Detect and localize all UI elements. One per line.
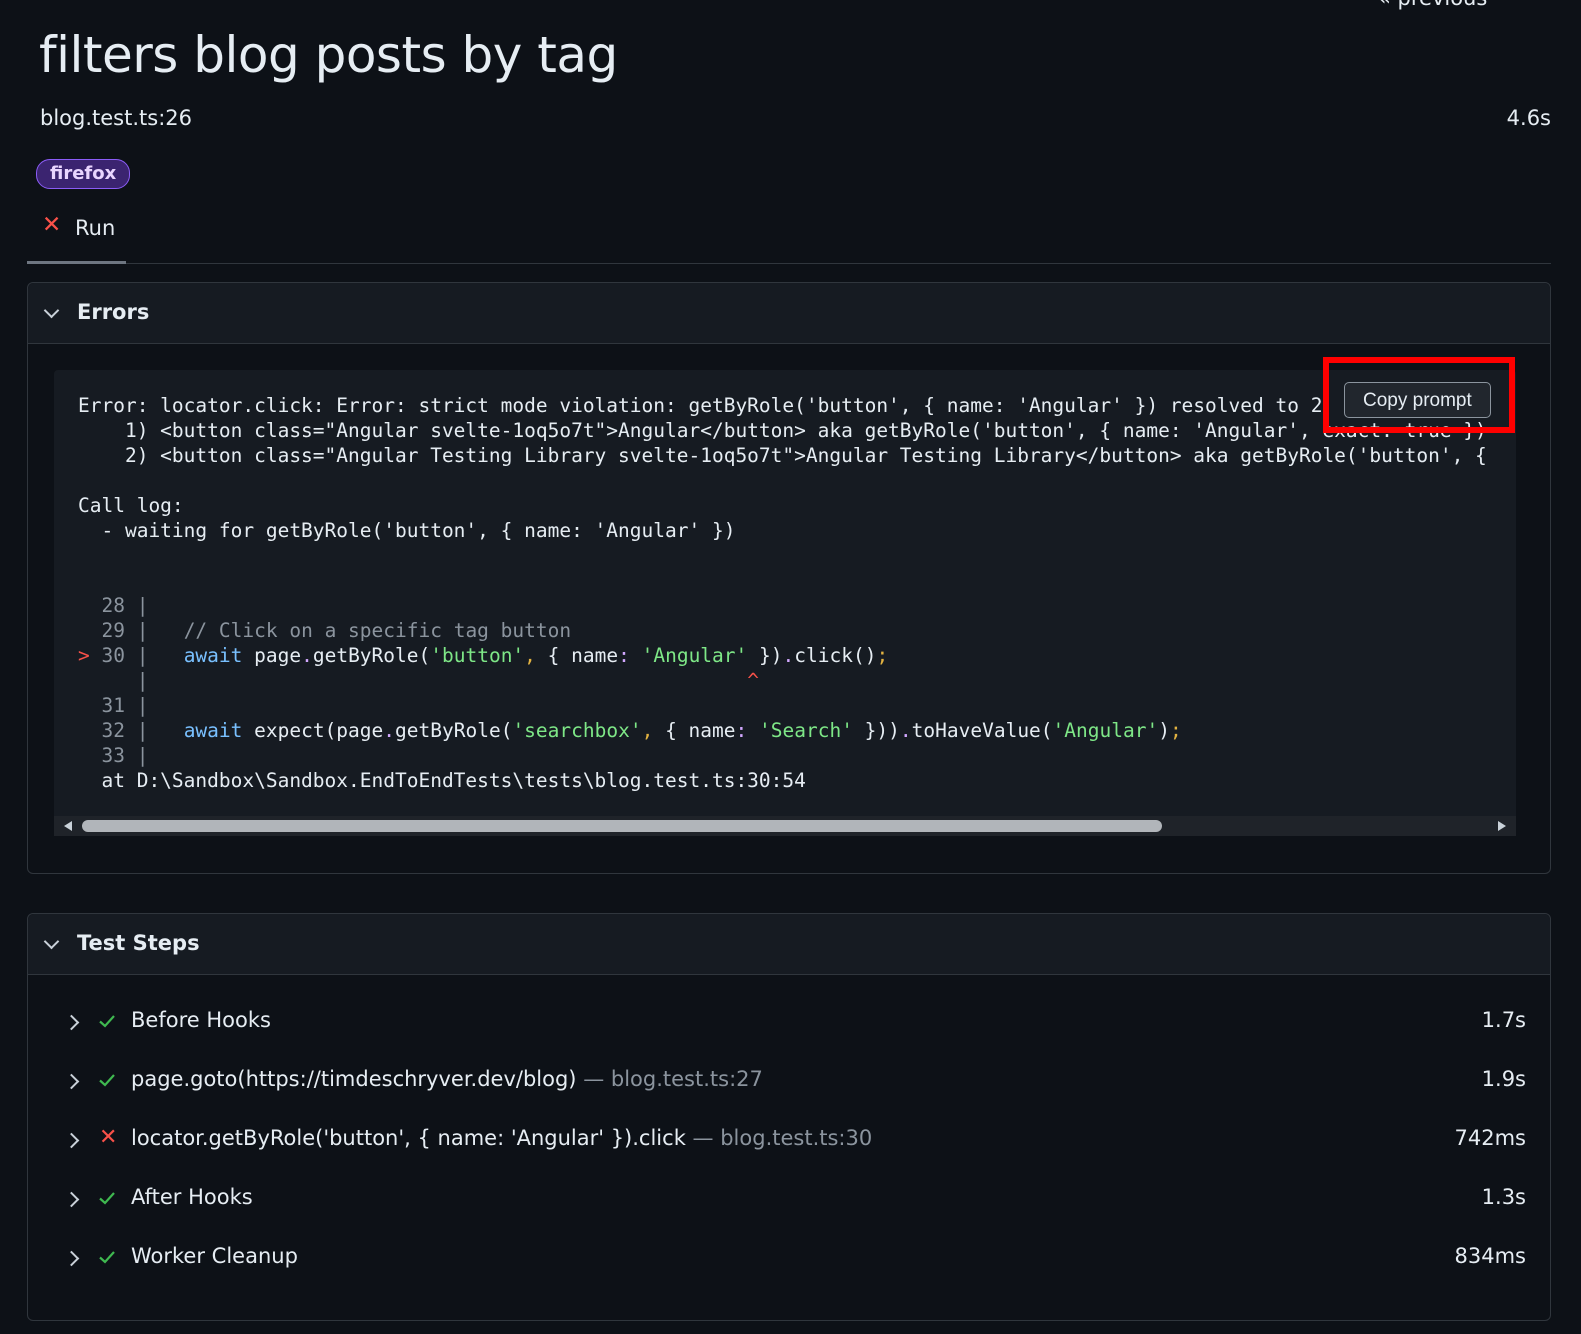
step-duration: 1.9s	[1481, 1067, 1526, 1091]
chevron-down-icon	[43, 933, 60, 950]
page-title: filters blog posts by tag	[39, 26, 618, 84]
test-location[interactable]: blog.test.ts:26	[40, 106, 192, 130]
step-duration: 742ms	[1454, 1126, 1526, 1150]
test-duration: 4.6s	[1506, 106, 1551, 130]
errors-header[interactable]: Errors	[28, 283, 1550, 344]
step-title: Before Hooks	[131, 1008, 271, 1032]
project-badge[interactable]: firefox	[36, 159, 131, 189]
check-icon	[99, 1015, 115, 1028]
step-duration: 1.3s	[1481, 1185, 1526, 1209]
horizontal-scrollbar[interactable]	[54, 816, 1516, 836]
code-line-28: 28 |	[78, 594, 149, 617]
tab-bar: ✕ Run	[27, 206, 1551, 264]
errors-title: Errors	[77, 300, 150, 324]
error-code-block: Error: locator.click: Error: strict mode…	[54, 370, 1516, 836]
test-steps-panel: Test Steps Before Hooks 1.7s page.goto(h…	[27, 913, 1551, 1321]
call-log-title: Call log:	[78, 494, 184, 517]
tab-run-label: Run	[75, 216, 116, 240]
caret-icon: ^	[747, 669, 759, 692]
check-icon	[99, 1251, 115, 1264]
step-title: After Hooks	[131, 1185, 253, 1209]
scroll-right-icon[interactable]	[1498, 821, 1506, 831]
code-line-31: 31 |	[78, 694, 149, 717]
code-comment: // Click on a specific tag button	[183, 619, 572, 642]
step-row[interactable]: page.goto(https://timdeschryver.dev/blog…	[28, 1064, 1550, 1104]
step-title: page.goto(https://timdeschryver.dev/blog…	[131, 1067, 763, 1091]
chevron-right-icon[interactable]	[63, 1014, 80, 1031]
stack-trace-line: at D:\Sandbox\Sandbox.EndToEndTests\test…	[78, 769, 806, 792]
scroll-left-icon[interactable]	[64, 821, 72, 831]
code-line-33: 33 |	[78, 744, 149, 767]
scroll-thumb[interactable]	[82, 820, 1162, 832]
test-steps-header[interactable]: Test Steps	[28, 914, 1550, 975]
x-icon: ✕	[42, 212, 62, 238]
error-message-line: Error: locator.click: Error: strict mode…	[78, 394, 1323, 417]
error-message-line: 2) <button class="Angular Testing Librar…	[78, 444, 1487, 467]
previous-link[interactable]: « previous	[1378, 0, 1487, 10]
test-detail-page: « previous filters blog posts by tag blo…	[0, 0, 1581, 1334]
error-message-line: 1) <button class="Angular svelte-1oq5o7t…	[78, 419, 1487, 442]
step-location[interactable]: — blog.test.ts:30	[693, 1126, 873, 1150]
step-title: Worker Cleanup	[131, 1244, 298, 1268]
x-icon: ✕	[99, 1125, 118, 1150]
error-line-arrow-icon: >	[78, 644, 90, 667]
step-row[interactable]: After Hooks 1.3s	[28, 1182, 1550, 1222]
step-title: locator.getByRole('button', { name: 'Ang…	[131, 1126, 873, 1150]
check-icon	[99, 1074, 115, 1087]
call-log-line: - waiting for getByRole('button', { name…	[78, 519, 736, 542]
step-row[interactable]: Before Hooks 1.7s	[28, 1005, 1550, 1045]
tab-run[interactable]: ✕ Run	[27, 206, 126, 264]
step-row[interactable]: ✕ locator.getByRole('button', { name: 'A…	[28, 1123, 1550, 1163]
code-line-32: 32 |	[78, 719, 149, 742]
step-row[interactable]: Worker Cleanup 834ms	[28, 1241, 1550, 1281]
check-icon	[99, 1192, 115, 1205]
step-duration: 834ms	[1454, 1244, 1526, 1268]
error-text: Error: locator.click: Error: strict mode…	[78, 394, 1487, 792]
chevron-right-icon[interactable]	[63, 1073, 80, 1090]
step-location[interactable]: — blog.test.ts:27	[583, 1067, 763, 1091]
test-steps-title: Test Steps	[77, 931, 200, 955]
chevron-down-icon	[43, 302, 60, 319]
chevron-right-icon[interactable]	[63, 1132, 80, 1149]
code-line-29: 29 |	[78, 619, 149, 642]
chevron-right-icon[interactable]	[63, 1250, 80, 1267]
errors-panel: Errors Error: locator.click: Error: stri…	[27, 282, 1551, 874]
step-duration: 1.7s	[1481, 1008, 1526, 1032]
chevron-right-icon[interactable]	[63, 1191, 80, 1208]
highlight-annotation	[1323, 357, 1515, 433]
